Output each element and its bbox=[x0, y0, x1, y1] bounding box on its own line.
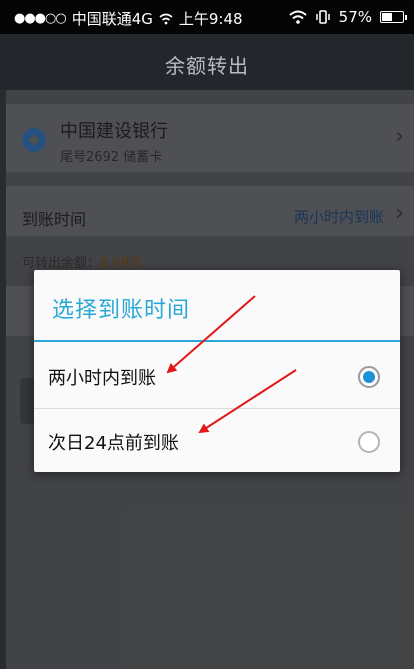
option-next-day[interactable]: 次日24点前到账 bbox=[34, 408, 400, 472]
option-two-hours[interactable]: 两小时内到账 bbox=[34, 344, 400, 408]
phone-screen: ●●●○○ 中国联通4G 上午9:48 57% 余额转出 中国建设银行 尾号26… bbox=[0, 0, 414, 669]
app-header: 余额转出 bbox=[0, 34, 414, 90]
wifi-small-icon bbox=[159, 13, 173, 24]
signal-strength-icon: ●●●○○ bbox=[14, 11, 67, 26]
option-next-day-label: 次日24点前到账 bbox=[48, 433, 179, 454]
status-left: ●●●○○ 中国联通4G 上午9:48 bbox=[14, 8, 243, 29]
battery-percent: 57% bbox=[338, 8, 372, 26]
vibrate-icon bbox=[315, 10, 330, 24]
battery-icon bbox=[380, 11, 407, 23]
dialog-title: 选择到账时间 bbox=[52, 298, 191, 323]
status-bar: ●●●○○ 中国联通4G 上午9:48 57% bbox=[0, 0, 414, 34]
arrival-time-dialog: 选择到账时间 两小时内到账 次日24点前到账 bbox=[34, 270, 400, 472]
wifi-icon bbox=[288, 10, 307, 24]
battery-fill bbox=[382, 13, 392, 21]
radio-unchecked-icon[interactable] bbox=[358, 431, 380, 453]
page-title: 余额转出 bbox=[165, 54, 249, 78]
dialog-title-divider bbox=[34, 340, 400, 342]
clock: 上午9:48 bbox=[178, 10, 243, 28]
radio-checked-icon[interactable] bbox=[358, 366, 380, 388]
option-two-hours-label: 两小时内到账 bbox=[48, 368, 156, 389]
status-right: 57% bbox=[288, 8, 407, 26]
carrier-label: 中国联通4G bbox=[71, 10, 153, 28]
